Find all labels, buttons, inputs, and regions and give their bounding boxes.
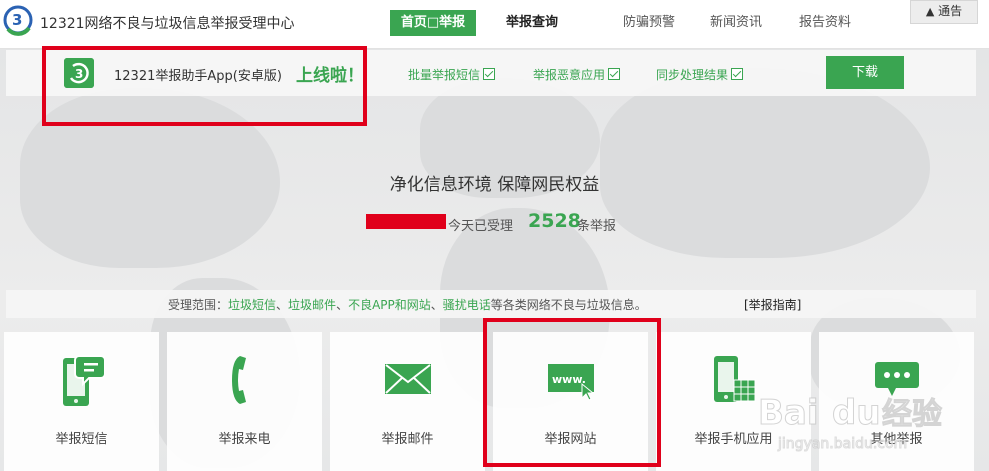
report-guide-link[interactable]: [举报指南]: [744, 296, 801, 313]
card-label: 举报短信: [55, 432, 108, 447]
nav-report-query[interactable]: 举报查询: [503, 10, 561, 36]
card-report-mobile-app[interactable]: 举报手机应用: [656, 332, 811, 471]
checkbox-checked-icon: [608, 68, 621, 80]
envelope-icon: [384, 364, 431, 394]
scope-item-call[interactable]: 骚扰电话: [443, 298, 491, 312]
scope-strip: 受理范围：垃圾短信、垃圾邮件、不良APP和网站、骚扰电话等各类网络不良与垃圾信息…: [6, 290, 976, 318]
card-report-email[interactable]: 举报邮件: [330, 332, 485, 471]
scope-item-sms[interactable]: 垃圾短信: [228, 298, 276, 312]
card-report-other[interactable]: 其他举报: [819, 332, 974, 471]
top-navigation-bar: 3 12321网络不良与垃圾信息举报受理中心 首页□举报 举报查询 防骗预警 新…: [0, 0, 989, 49]
feature-sync-result: 同步处理结果: [656, 66, 744, 83]
scope-item-email[interactable]: 垃圾邮件: [288, 298, 336, 312]
nav-home-report[interactable]: 首页□举报: [390, 10, 476, 36]
notice-button[interactable]: ▲ 通告: [910, 0, 978, 24]
card-label: 举报邮件: [381, 432, 434, 447]
site-title[interactable]: 12321网络不良与垃圾信息举报受理中心: [40, 13, 295, 33]
card-label: 举报手机应用: [694, 432, 773, 447]
highlight-box-app: [42, 46, 367, 126]
card-label: 举报来电: [218, 432, 271, 447]
download-button[interactable]: 下载: [826, 56, 904, 89]
notice-label: 通告: [938, 4, 963, 18]
scope-item-app-web[interactable]: 不良APP和网站: [348, 298, 431, 312]
card-report-call[interactable]: 举报来电: [167, 332, 322, 471]
svg-text:3: 3: [12, 11, 22, 29]
today-prefix: 今天已受理: [448, 219, 514, 234]
phone-handset-icon: [231, 356, 246, 404]
checkbox-checked-icon: [483, 68, 496, 80]
nav-news[interactable]: 新闻资讯: [706, 10, 766, 36]
card-label: 其他举报: [870, 432, 923, 447]
mobile-app-icon: [713, 356, 755, 402]
nav-reports[interactable]: 报告资料: [795, 10, 855, 36]
scope-text: 受理范围：垃圾短信、垃圾邮件、不良APP和网站、骚扰电话等各类网络不良与垃圾信息…: [168, 298, 647, 312]
redaction-mark: [366, 214, 446, 229]
slogan: 净化信息环境 保障网民权益: [389, 175, 600, 195]
today-count: 2528: [528, 210, 581, 232]
chat-dots-icon: [874, 362, 919, 396]
sms-phone-icon: [62, 355, 105, 406]
today-suffix: 条举报: [577, 219, 617, 234]
checkbox-checked-icon: [731, 68, 744, 80]
nav-fraud-alert[interactable]: 防骗预警: [620, 10, 678, 36]
site-logo-icon[interactable]: 3: [2, 3, 34, 37]
feature-batch-sms: 批量举报短信: [408, 66, 496, 83]
card-report-sms[interactable]: 举报短信: [4, 332, 159, 471]
highlight-box-website: [483, 318, 661, 467]
speaker-icon: ▲: [925, 5, 935, 18]
feature-malicious-app: 举报恶意应用: [533, 66, 621, 83]
